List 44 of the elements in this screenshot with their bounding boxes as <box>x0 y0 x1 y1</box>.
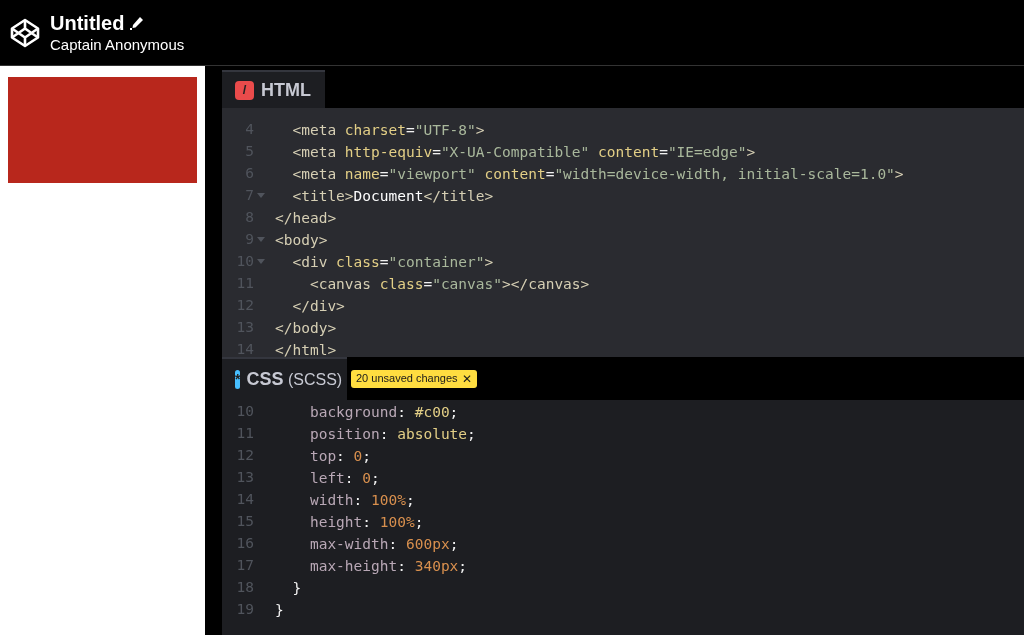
css-tab[interactable]: * CSS (SCSS) <box>222 357 347 400</box>
close-icon[interactable]: ✕ <box>461 369 472 388</box>
line-number: 16 <box>236 534 254 554</box>
line-number: 17 <box>236 556 254 576</box>
author-name[interactable]: Captain Anonymous <box>50 34 185 55</box>
line-number: 18 <box>236 578 254 598</box>
code-line: </html> <box>275 341 337 357</box>
code-line: max-height: 340px; <box>308 557 468 576</box>
line-number: 12 <box>236 446 254 466</box>
html-tab[interactable]: / HTML <box>222 70 325 108</box>
code-line: background: #c00; <box>308 403 459 422</box>
code-line: </body> <box>275 319 337 338</box>
fold-caret-icon[interactable] <box>257 237 265 243</box>
unsaved-changes-badge[interactable]: 20 unsaved changes ✕ <box>351 369 477 388</box>
pen-title[interactable]: Untitled <box>50 10 125 35</box>
code-line: } <box>291 579 302 598</box>
code-line: </div> <box>291 297 345 316</box>
code-line: <canvas class="canvas"></canvas> <box>308 275 590 294</box>
code-line: <body> <box>275 231 328 250</box>
line-number: 14 <box>236 490 254 510</box>
code-line: width: 100%; <box>308 491 415 510</box>
line-number: 10 <box>236 402 254 422</box>
code-line: <title>Document</title> <box>291 187 494 206</box>
code-line: <div class="container"> <box>291 253 494 272</box>
line-number: 15 <box>236 512 254 532</box>
html-tab-icon: / <box>235 80 254 100</box>
code-line: <meta name="viewport" content="width=device-width, initial-scale=1.0"> <box>291 165 904 184</box>
code-line: <meta charset="UTF-8"> <box>291 121 485 140</box>
css-tab-icon: * <box>235 370 241 389</box>
code-line: } <box>275 601 284 620</box>
code-line: max-width: 600px; <box>308 535 459 554</box>
code-line: </head> <box>275 209 337 228</box>
line-number: 11 <box>236 424 254 444</box>
code-line: height: 100%; <box>308 513 424 532</box>
pencil-icon[interactable] <box>130 15 145 30</box>
line-number: 13 <box>236 468 254 488</box>
code-line: top: 0; <box>308 447 372 466</box>
code-line: left: 0; <box>308 469 380 488</box>
cube-logo-icon[interactable] <box>9 16 41 49</box>
line-number: 19 <box>236 600 254 620</box>
fold-caret-icon[interactable] <box>257 193 265 199</box>
code-line: <meta http-equiv="X-UA-Compatible" content="IE=edge"> <box>291 143 756 162</box>
code-line: position: absolute; <box>308 425 476 444</box>
fold-caret-icon[interactable] <box>257 259 265 265</box>
